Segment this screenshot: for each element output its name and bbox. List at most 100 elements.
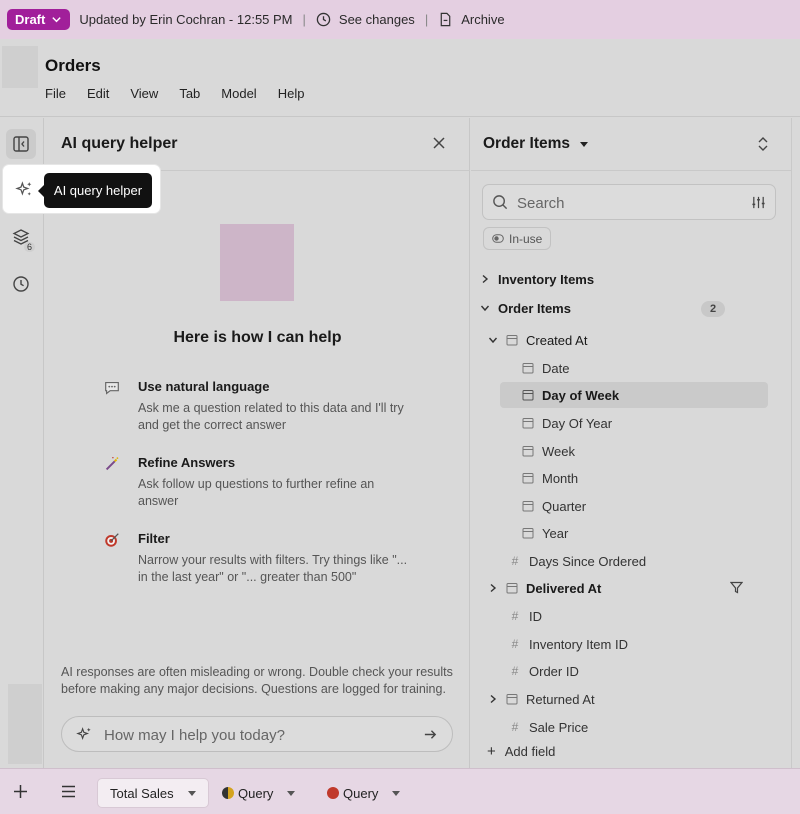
field-id[interactable]: # ID xyxy=(509,603,542,629)
ai-illustration xyxy=(220,224,294,301)
field-order-id[interactable]: # Order ID xyxy=(509,658,579,684)
field-label: Delivered At xyxy=(526,580,602,596)
add-tab-icon[interactable] xyxy=(13,784,28,799)
archive-button[interactable]: Archive xyxy=(438,12,505,27)
field-month[interactable]: Month xyxy=(522,465,578,491)
rail-bottom-placeholder xyxy=(8,684,42,764)
calendar-icon xyxy=(522,363,534,374)
menu-help[interactable]: Help xyxy=(278,86,305,101)
field-label: Quarter xyxy=(542,498,587,514)
chevron-right-icon xyxy=(482,274,489,284)
ai-panel-title: AI query helper xyxy=(61,135,178,152)
archive-label: Archive xyxy=(461,12,505,27)
filter-funnel-icon[interactable] xyxy=(730,581,743,594)
query-icon xyxy=(222,787,234,799)
number-icon: # xyxy=(511,554,519,568)
feature-description: Narrow your results with filters. Try th… xyxy=(138,553,408,584)
group-order-items[interactable]: Order Items xyxy=(480,295,571,321)
menu-model[interactable]: Model xyxy=(221,86,256,101)
fields-panel-header: Order Items xyxy=(471,118,791,171)
magic-wand-icon xyxy=(102,455,122,475)
field-label: Week xyxy=(542,443,575,459)
add-field-button[interactable]: + Add field xyxy=(487,743,555,760)
dimension-created-at[interactable]: Created At xyxy=(488,327,587,353)
field-label: Days Since Ordered xyxy=(529,553,647,569)
field-week[interactable]: Week xyxy=(522,438,575,464)
dimension-delivered-at[interactable]: Delivered At xyxy=(488,575,601,601)
expand-collapse-icon[interactable] xyxy=(756,136,770,152)
menu-edit[interactable]: Edit xyxy=(87,86,109,101)
help-heading: Here is how I can help xyxy=(173,329,342,346)
field-label: Sale Price xyxy=(529,719,589,735)
caret-down-icon xyxy=(580,141,589,147)
ai-helper-button[interactable] xyxy=(11,176,37,202)
tab-query-1[interactable]: Query xyxy=(210,778,307,808)
in-use-label: In-use xyxy=(509,231,543,246)
see-changes-button[interactable]: See changes xyxy=(316,12,415,27)
field-days-since-ordered[interactable]: # Days Since Ordered xyxy=(509,548,646,574)
in-use-filter-chip[interactable]: In-use xyxy=(483,227,552,250)
ai-query-helper-panel: AI query helper Here is how I can help U… xyxy=(45,118,470,768)
calendar-icon xyxy=(522,528,534,539)
page-title: Orders xyxy=(45,56,101,75)
ai-helper-highlight: AI query helper xyxy=(3,165,160,213)
left-rail: 6 xyxy=(0,118,44,768)
tab-total-sales[interactable]: Total Sales xyxy=(97,778,209,808)
group-label: Inventory Items xyxy=(498,271,595,287)
draft-status-dropdown[interactable]: Draft xyxy=(7,9,71,30)
field-day-of-week[interactable]: Day of Week xyxy=(500,382,768,408)
field-year[interactable]: Year xyxy=(522,520,568,546)
history-button[interactable] xyxy=(6,269,36,299)
field-label: Returned At xyxy=(526,691,595,707)
search-icon xyxy=(493,195,508,210)
number-icon: # xyxy=(511,609,519,623)
group-inventory-items[interactable]: Inventory Items xyxy=(480,266,594,292)
ai-prompt-field[interactable] xyxy=(61,716,453,752)
field-day-of-year[interactable]: Day Of Year xyxy=(522,410,612,436)
ai-prompt-input[interactable] xyxy=(104,724,404,746)
clock-icon xyxy=(13,276,29,292)
hamburger-menu-icon[interactable] xyxy=(61,785,76,798)
chevron-down-icon xyxy=(52,17,62,23)
field-quarter[interactable]: Quarter xyxy=(522,493,586,519)
arrow-right-icon[interactable] xyxy=(423,727,438,742)
number-icon: # xyxy=(511,637,519,651)
dimension-returned-at[interactable]: Returned At xyxy=(488,686,595,712)
calendar-icon xyxy=(506,694,518,705)
feature-title: Use natural language xyxy=(138,379,270,394)
toggle-icon xyxy=(492,234,504,243)
sliders-icon[interactable] xyxy=(751,195,766,210)
clock-icon xyxy=(316,12,331,27)
menu-file[interactable]: File xyxy=(45,86,66,101)
calendar-icon xyxy=(522,501,534,512)
updated-by-text: Updated by Erin Cochran - 12:55 PM xyxy=(79,12,293,27)
field-sale-price[interactable]: # Sale Price xyxy=(509,714,589,740)
field-label: Month xyxy=(542,470,579,486)
field-label: Day Of Year xyxy=(542,415,613,431)
number-icon: # xyxy=(511,664,519,678)
field-search[interactable] xyxy=(482,184,776,220)
field-label: Year xyxy=(542,525,569,541)
tab-query-2[interactable]: Query xyxy=(315,778,412,808)
draft-status-label: Draft xyxy=(15,12,46,27)
view-selector[interactable]: Order Items xyxy=(483,135,589,153)
caret-down-icon xyxy=(287,790,296,796)
fields-panel: Order Items In-use Inventory Items Order… xyxy=(471,118,800,768)
tab-label: Total Sales xyxy=(110,785,174,801)
group-label: Order Items xyxy=(498,300,571,316)
document-icon xyxy=(440,12,451,27)
field-date[interactable]: Date xyxy=(522,355,569,381)
speech-bubble-icon xyxy=(102,379,122,399)
field-label: ID xyxy=(529,608,542,624)
menu-view[interactable]: View xyxy=(130,86,158,101)
view-title: Order Items xyxy=(483,135,571,152)
toggle-sidebar-button[interactable] xyxy=(6,129,36,159)
close-icon[interactable] xyxy=(431,135,447,151)
field-search-input[interactable] xyxy=(517,192,737,214)
menu-tab[interactable]: Tab xyxy=(179,86,200,101)
ai-helper-tooltip: AI query helper xyxy=(38,173,152,208)
calendar-icon xyxy=(506,583,518,594)
field-label: Created At xyxy=(526,332,588,348)
menu-bar: File Edit View Tab Model Help xyxy=(45,86,304,101)
field-inventory-item-id[interactable]: # Inventory Item ID xyxy=(509,631,628,657)
